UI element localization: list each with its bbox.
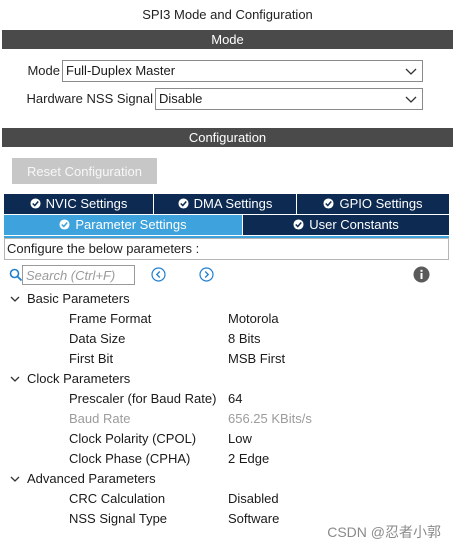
info-icon[interactable] [413,266,430,283]
param-name: Clock Polarity (CPOL) [69,431,197,446]
check-circle-icon [323,198,334,209]
search-icon [9,268,23,282]
param-row[interactable]: Prescaler (for Baud Rate) 64 [0,389,455,409]
mode-label: Mode [27,63,60,78]
tab-label: DMA Settings [193,196,273,211]
param-value: 64 [228,391,243,406]
param-value: Disabled [228,491,279,506]
tab-label: NVIC Settings [45,196,128,211]
param-name: Frame Format [69,311,152,326]
chevron-down-icon [405,96,417,103]
window-title: SPI3 Mode and Configuration [142,7,313,22]
param-row[interactable]: Clock Polarity (CPOL) Low [0,429,455,449]
tab-label: GPIO Settings [339,196,423,211]
chevron-down-icon [10,376,20,382]
param-value: 656.25 KBits/s [228,411,312,426]
param-row[interactable]: First Bit MSB First [0,349,455,369]
param-value: MSB First [228,351,286,366]
mode-row: Mode Full-Duplex Master [0,60,455,82]
check-circle-icon [30,198,41,209]
tab-user-constants[interactable]: User Constants [243,215,449,235]
tab-label: Parameter Settings [75,217,187,232]
mode-select[interactable]: Full-Duplex Master [62,60,423,82]
chevron-down-icon [10,476,20,482]
group-label: Clock Parameters [27,371,131,386]
group-label: Advanced Parameters [27,471,156,486]
tab-nvic-settings[interactable]: NVIC Settings [4,194,154,214]
check-circle-icon [178,198,189,209]
param-name: Data Size [69,331,126,346]
check-circle-icon [59,219,70,230]
nss-label: Hardware NSS Signal [26,91,153,106]
config-section-header: Configuration [2,128,453,147]
group-clock-parameters[interactable]: Clock Parameters [0,369,455,389]
tab-label: User Constants [309,217,399,232]
param-name: Clock Phase (CPHA) [69,451,191,466]
param-value: Software [228,511,280,526]
param-name: Baud Rate [69,411,131,426]
group-advanced-parameters[interactable]: Advanced Parameters [0,469,455,489]
param-value: Low [228,431,252,446]
search-input[interactable] [22,265,135,285]
mode-section-header: Mode [2,30,453,49]
next-match-icon[interactable] [199,267,214,282]
param-name: CRC Calculation [69,491,166,506]
reset-configuration-button[interactable]: Reset Configuration [12,158,157,184]
param-name: Prescaler (for Baud Rate) [69,391,217,406]
tab-dma-settings[interactable]: DMA Settings [154,194,297,214]
param-name: NSS Signal Type [69,511,168,526]
param-value: 8 Bits [228,331,261,346]
mode-select-value: Full-Duplex Master [66,63,176,78]
chevron-down-icon [405,68,417,75]
param-row[interactable]: Data Size 8 Bits [0,329,455,349]
group-label: Basic Parameters [27,291,130,306]
tab-parameter-settings[interactable]: Parameter Settings [4,215,243,235]
watermark: CSDN @忍者小郭 [327,524,441,540]
chevron-down-icon [10,296,20,302]
nss-select-value: Disable [159,91,203,106]
param-row[interactable]: Clock Phase (CPHA) 2 Edge [0,449,455,469]
group-basic-parameters[interactable]: Basic Parameters [0,289,455,309]
param-value: 2 Edge [228,451,270,466]
nss-select[interactable]: Disable [155,88,423,110]
param-value: Motorola [228,311,279,326]
tab-gpio-settings[interactable]: GPIO Settings [297,194,449,214]
param-name: First Bit [69,351,114,366]
param-row[interactable]: CRC Calculation Disabled [0,489,455,509]
parameters-description: Configure the below parameters : [4,238,449,260]
param-row: Baud Rate 656.25 KBits/s [0,409,455,429]
param-row[interactable]: Frame Format Motorola [0,309,455,329]
nss-row: Hardware NSS Signal Disable [0,88,455,110]
previous-match-icon[interactable] [151,267,166,282]
check-circle-icon [293,219,304,230]
